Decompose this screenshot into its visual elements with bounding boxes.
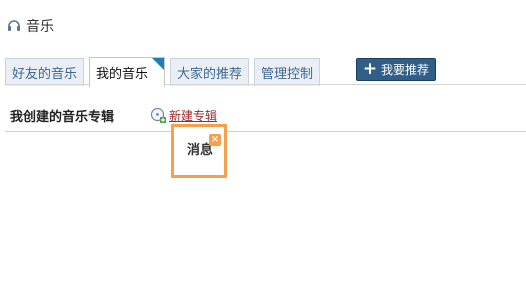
tab-my-music[interactable]: 我的音乐 [89, 57, 166, 87]
tab-everyone-recommendations[interactable]: 大家的推荐 [170, 58, 250, 86]
page-title: 音乐 [26, 19, 54, 35]
add-album-icon [150, 107, 167, 124]
tab-management[interactable]: 管理控制 [254, 58, 321, 86]
new-album-label: 新建专辑 [169, 108, 218, 123]
section-title: 我创建的音乐专辑 [10, 110, 115, 125]
recommend-button-label: 我要推荐 [380, 63, 429, 77]
recommend-button[interactable]: + 我要推荐 [356, 58, 436, 81]
section-divider [5, 131, 526, 132]
close-icon[interactable]: × [209, 134, 221, 146]
new-album-link[interactable]: 新建专辑 [150, 106, 217, 124]
message-tooltip: 消息 × [171, 124, 227, 178]
tab-my-music-label: 我的音乐 [96, 67, 149, 82]
tabs-divider [5, 84, 526, 85]
tab-friends-music[interactable]: 好友的音乐 [5, 58, 85, 86]
plus-icon: + [362, 59, 378, 79]
music-tabs: 好友的音乐 我的音乐 大家的推荐 管理控制 [5, 56, 325, 87]
active-tab-corner-icon [152, 58, 165, 70]
page-header: 音乐 [6, 16, 54, 36]
headphones-icon [6, 18, 22, 34]
